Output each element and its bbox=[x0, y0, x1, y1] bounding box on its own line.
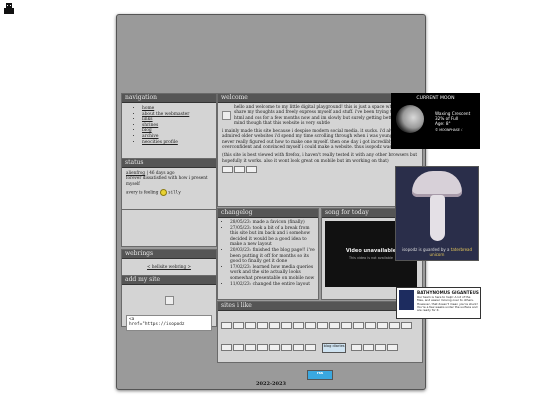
site-button[interactable] bbox=[245, 343, 256, 351]
bathynomus-body: Our team is here to help! A lot of the f… bbox=[417, 295, 478, 313]
smiley-icon bbox=[159, 189, 167, 197]
site-button[interactable] bbox=[389, 321, 400, 329]
badge-image bbox=[234, 165, 245, 173]
welcome-paragraph-2: i mainly made this site because i despis… bbox=[222, 129, 410, 151]
feeling-value: silly bbox=[168, 189, 181, 195]
site-button[interactable] bbox=[221, 343, 232, 351]
site-button[interactable] bbox=[281, 321, 292, 329]
site-button[interactable] bbox=[329, 321, 340, 329]
isopod-logo-icon bbox=[399, 290, 414, 310]
navigation-panel: navigation home about the webmaster link… bbox=[121, 93, 217, 165]
site-button[interactable] bbox=[305, 321, 316, 329]
bathynomus-widget: BATHYNOMUS GIGANTEUS Our team is here to… bbox=[396, 287, 481, 319]
moon-phase-widget[interactable]: CURRENT MOON Waxing Crescent 32% of Full… bbox=[391, 93, 480, 149]
changelog-title: changelog bbox=[218, 209, 318, 218]
feeling-label: avery is feeling bbox=[126, 189, 159, 195]
mushroom-stem-icon bbox=[430, 195, 445, 241]
status-panel: status alienfrog | 46 days ago forever d… bbox=[121, 158, 217, 214]
video-unavailable-title: Video unavailable bbox=[345, 248, 397, 254]
rss-button[interactable]: rss bbox=[307, 370, 333, 380]
site-button[interactable] bbox=[363, 343, 375, 351]
site-button[interactable] bbox=[293, 321, 304, 329]
mushroom-guardian-widget: isopodz is guarded by a taterbread unico… bbox=[395, 166, 479, 261]
site-button[interactable] bbox=[353, 321, 364, 329]
site-button[interactable] bbox=[401, 321, 412, 329]
site-button[interactable] bbox=[305, 343, 316, 351]
embed-code-box[interactable]: <a href="https://isopodz bbox=[126, 315, 212, 331]
hellsite-webring-link[interactable]: < hellsite webring > bbox=[147, 264, 191, 269]
badge-image bbox=[246, 165, 257, 173]
site-button[interactable] bbox=[257, 321, 268, 329]
status-message: forever dissatisfied with how i present … bbox=[126, 175, 208, 186]
badge-image bbox=[222, 165, 233, 173]
webrings-title: webrings bbox=[122, 250, 216, 259]
pixel-figure-icon bbox=[2, 2, 16, 16]
site-frame: navigation home about the webmaster link… bbox=[116, 14, 426, 390]
navigation-title: navigation bbox=[122, 94, 216, 103]
site-button[interactable] bbox=[351, 343, 363, 351]
welcome-paragraph-3: (this site is best viewed with firefox, … bbox=[222, 153, 418, 164]
mushroom-cap-icon bbox=[412, 171, 462, 197]
changelog-entry: 17/02/23: learned how media queries work… bbox=[230, 265, 316, 282]
changelog-panel: changelog 28/05/23: made a favicon (fina… bbox=[217, 208, 319, 300]
site-button[interactable] bbox=[365, 321, 376, 329]
site-button[interactable] bbox=[377, 321, 388, 329]
sites-title: sites i like bbox=[218, 302, 422, 311]
site-button[interactable] bbox=[375, 343, 387, 351]
sites-panel: sites i like blog diaries rss bbox=[217, 301, 423, 380]
add-my-site-title: add my site bbox=[122, 276, 216, 285]
site-button[interactable] bbox=[269, 321, 280, 329]
status-title: status bbox=[122, 159, 216, 168]
nav-item-neocities-profile[interactable]: neocities profile bbox=[142, 140, 212, 146]
changelog-entry: 20/03/23: finished the blog page!! i've … bbox=[230, 248, 316, 265]
site-button[interactable] bbox=[245, 321, 256, 329]
footer-years: 2022-2023 bbox=[256, 381, 286, 387]
welcome-image bbox=[222, 111, 231, 120]
site-button[interactable] bbox=[269, 343, 280, 351]
video-unavailable-subtitle: This video is not available bbox=[348, 256, 394, 260]
changelog-entry: 11/02/23: changed the entire layout bbox=[230, 282, 316, 288]
site-button[interactable] bbox=[233, 321, 244, 329]
site-button[interactable] bbox=[221, 321, 232, 329]
moon-site: © MOONPHASE ☾ bbox=[435, 127, 464, 132]
header-banner bbox=[117, 15, 425, 90]
status-user[interactable]: alienfrog bbox=[126, 170, 145, 175]
site-button[interactable] bbox=[257, 343, 268, 351]
site-button-image[interactable] bbox=[164, 296, 174, 305]
status-time: 46 days ago bbox=[149, 170, 175, 175]
moon-age: Age: 8° bbox=[435, 121, 451, 127]
add-my-site-panel: add my site <a href="https://isopodz bbox=[121, 275, 217, 331]
moon-title: CURRENT MOON bbox=[416, 96, 455, 101]
empty-panel bbox=[121, 209, 217, 247]
changelog-entry: 27/05/23: took a bit of a break from thi… bbox=[230, 226, 316, 248]
site-button[interactable] bbox=[387, 343, 399, 351]
site-button[interactable] bbox=[341, 321, 352, 329]
blog-diaries-button[interactable]: blog diaries bbox=[322, 342, 347, 353]
site-button[interactable] bbox=[281, 343, 292, 351]
moon-icon bbox=[396, 105, 424, 133]
changelog-entry: 28/05/23: made a favicon (finally) bbox=[230, 220, 316, 226]
site-button[interactable] bbox=[293, 343, 304, 351]
site-button[interactable] bbox=[233, 343, 244, 351]
site-button[interactable] bbox=[317, 321, 328, 329]
